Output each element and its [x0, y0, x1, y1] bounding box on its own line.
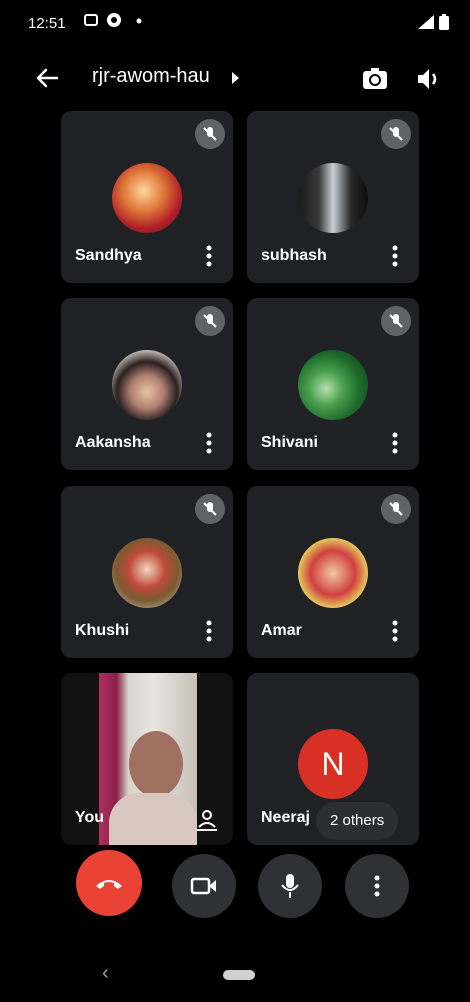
self-video — [99, 673, 197, 845]
mic-off-icon — [381, 119, 411, 149]
self-face — [129, 731, 183, 797]
app-notification-icon — [107, 13, 121, 27]
meeting-header: rjr-awom-hau — [0, 52, 470, 104]
nav-back-icon[interactable]: ‹ — [102, 962, 109, 985]
dot-icon — [136, 18, 142, 24]
people-frame-icon[interactable] — [195, 807, 219, 831]
more-vert-icon — [374, 875, 380, 897]
meeting-code[interactable]: rjr-awom-hau — [92, 65, 210, 88]
mic-icon — [281, 874, 299, 898]
participant-name: Neeraj — [261, 809, 310, 826]
avatar — [112, 163, 182, 233]
nav-home-pill[interactable] — [223, 970, 255, 980]
participant-tile[interactable]: Khushi — [61, 486, 233, 658]
more-vert-icon[interactable] — [205, 432, 213, 454]
more-options-button[interactable] — [345, 854, 409, 918]
avatar — [112, 350, 182, 420]
more-vert-icon[interactable] — [391, 620, 399, 642]
video-icon — [190, 877, 216, 895]
participant-name: Amar — [261, 622, 302, 639]
participant-tile[interactable]: Shivani — [247, 298, 419, 470]
mic-off-icon — [381, 306, 411, 336]
self-view-tile[interactable]: You — [61, 673, 233, 845]
participant-tile[interactable]: Aakansha — [61, 298, 233, 470]
more-vert-icon[interactable] — [205, 620, 213, 642]
mic-off-icon — [195, 494, 225, 524]
speaker-icon[interactable] — [414, 64, 444, 94]
back-arrow-icon[interactable] — [33, 64, 61, 92]
avatar — [112, 538, 182, 608]
participant-name: Sandhya — [75, 247, 142, 264]
participant-name: subhash — [261, 247, 327, 264]
participant-tile[interactable]: Sandhya — [61, 111, 233, 283]
camera-toggle-button[interactable] — [172, 854, 236, 918]
more-vert-icon[interactable] — [391, 245, 399, 267]
more-vert-icon[interactable] — [391, 432, 399, 454]
mic-off-icon — [195, 306, 225, 336]
end-call-icon — [96, 880, 122, 889]
mic-off-icon — [195, 119, 225, 149]
battery-icon — [439, 14, 449, 30]
others-count-badge[interactable]: 2 others — [316, 802, 399, 840]
avatar — [298, 163, 368, 233]
participant-tile[interactable]: subhash — [247, 111, 419, 283]
avatar — [298, 350, 368, 420]
meeting-info-caret-icon[interactable] — [232, 72, 239, 84]
participant-name: Aakansha — [75, 434, 151, 451]
switch-camera-icon[interactable] — [360, 64, 390, 94]
avatar-initial: N — [298, 729, 368, 799]
avatar — [298, 538, 368, 608]
signal-icon — [418, 15, 434, 29]
status-bar: 12:51 — [0, 0, 470, 44]
mic-toggle-button[interactable] — [258, 854, 322, 918]
more-vert-icon[interactable] — [205, 245, 213, 267]
status-time: 12:51 — [28, 15, 66, 32]
mic-off-icon — [381, 494, 411, 524]
participant-name: You — [75, 809, 105, 826]
participant-name: Khushi — [75, 622, 130, 639]
cast-icon — [84, 14, 98, 26]
participant-name: Shivani — [261, 434, 318, 451]
self-shoulders — [109, 793, 197, 845]
end-call-button[interactable] — [76, 850, 142, 916]
participant-tile[interactable]: Amar — [247, 486, 419, 658]
